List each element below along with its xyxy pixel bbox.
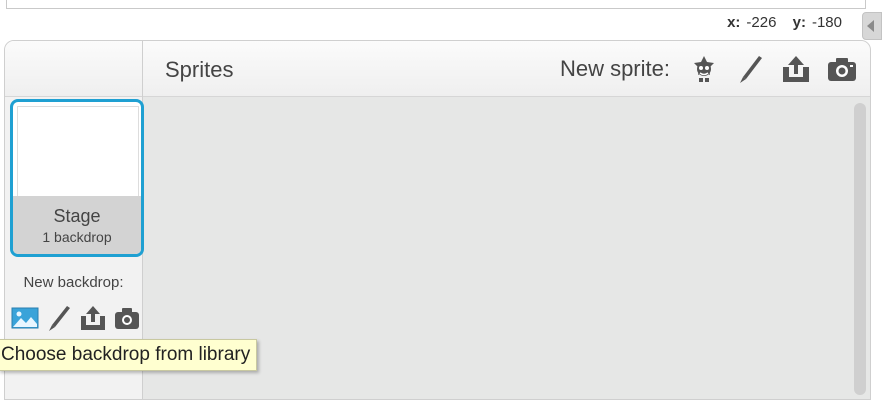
camera-icon[interactable] — [826, 53, 858, 85]
backdrop-count: 1 backdrop — [42, 229, 112, 245]
collapse-stage-arrow-icon[interactable] — [862, 12, 882, 40]
new-sprite-label: New sprite: — [559, 56, 670, 81]
stage-info: Stage 1 backdrop — [13, 196, 141, 254]
sprite-list-scrollbar[interactable] — [854, 103, 866, 395]
x-value: -226 — [746, 14, 777, 31]
stage-name: Stage — [53, 206, 101, 226]
paint-brush-icon[interactable] — [734, 53, 766, 85]
sprite-library-icon[interactable] — [688, 53, 720, 85]
sprites-title: Sprites — [165, 57, 234, 82]
stage-column-header — [5, 41, 142, 97]
y-label: y: — [792, 14, 806, 31]
backdrop-library-tooltip: Choose backdrop from library — [0, 339, 258, 371]
upload-icon[interactable] — [79, 304, 107, 332]
stage-thumbnail — [17, 106, 139, 198]
backdrop-library-icon[interactable] — [11, 304, 39, 332]
upload-icon[interactable] — [780, 53, 812, 85]
paint-brush-icon[interactable] — [45, 304, 73, 332]
sprites-header: Sprites New sprite: — [143, 41, 870, 97]
new-sprite-toolbar: New sprite: — [560, 53, 858, 85]
stage-thumbnail-tile[interactable]: Stage 1 backdrop — [10, 99, 144, 257]
y-value: -180 — [811, 14, 842, 31]
stage-canvas-bottom — [6, 0, 866, 9]
new-backdrop-label: New backdrop: — [23, 274, 124, 291]
mouse-coordinates: x: -226 y: -180 — [727, 14, 842, 31]
new-backdrop-toolbar — [11, 304, 141, 332]
x-label: x: — [727, 14, 741, 31]
camera-icon[interactable] — [113, 304, 141, 332]
